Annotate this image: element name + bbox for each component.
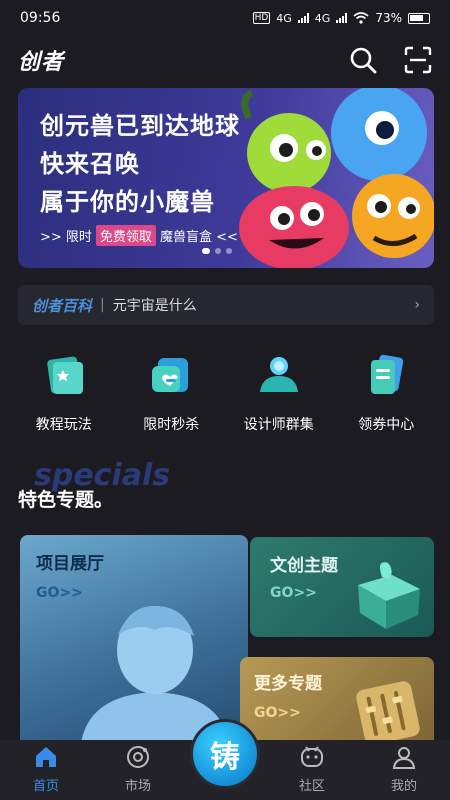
app-header: 创者	[18, 42, 432, 78]
banner-title-1: 创元兽已到达地球	[40, 112, 240, 140]
tab-label: 我的	[390, 779, 417, 794]
quick-action-designer[interactable]: 设计师群集	[229, 350, 329, 440]
carousel-dots	[202, 248, 232, 254]
quick-action-label: 限时秒杀	[143, 417, 200, 433]
hd-badge: HD	[252, 12, 271, 24]
notice-text: 元宇宙是什么	[112, 298, 197, 314]
topic-card-culture[interactable]: 文创主题 GO>>	[250, 537, 434, 637]
coupon-icon	[361, 350, 411, 400]
network-label-2: 4G	[314, 11, 331, 25]
network-label-1: 4G	[276, 11, 292, 25]
topic-card-more[interactable]: 更多专题 GO>>	[240, 657, 434, 750]
header-actions	[348, 45, 432, 75]
carousel-dot[interactable]	[215, 248, 221, 254]
section-title: 特色专题。	[18, 489, 114, 511]
carousel-dot[interactable]	[202, 248, 210, 254]
profile-icon	[390, 743, 418, 771]
banner-sub-highlight: 免费领取	[95, 225, 156, 246]
carousel-dot[interactable]	[226, 248, 232, 254]
card-title: 更多专题	[254, 674, 322, 694]
banner-title-2: 快来召唤	[40, 150, 140, 178]
card-title: 项目展厅	[36, 554, 104, 574]
tab-label: 社区	[298, 779, 325, 794]
notice-separator: |	[100, 297, 105, 313]
mint-button[interactable]: 铸	[190, 719, 260, 789]
status-indicators: HD 4G 4G 73%	[252, 11, 430, 25]
community-icon	[298, 743, 326, 771]
home-icon	[32, 743, 60, 771]
wiki-notice-bar[interactable]: 创者百科 | 元宇宙是什么 ›	[18, 285, 434, 325]
quick-action-coupon[interactable]: 领券中心	[336, 350, 436, 440]
banner-title-3: 属于你的小魔兽	[40, 188, 215, 216]
designer-icon	[254, 350, 304, 400]
card-title: 文创主题	[270, 556, 338, 576]
card-go-link[interactable]: GO>>	[270, 585, 317, 601]
card-go-link[interactable]: GO>>	[254, 705, 301, 721]
wifi-icon	[353, 12, 369, 24]
tab-label: 首页	[32, 779, 59, 794]
quick-action-label: 领券中心	[358, 417, 415, 433]
app-logo: 创者	[18, 50, 65, 75]
quick-action-label: 设计师群集	[243, 417, 314, 433]
gift-box-illustration	[358, 562, 420, 629]
battery-icon	[408, 12, 430, 24]
market-icon	[124, 743, 152, 771]
flash-sale-icon	[146, 350, 196, 400]
status-time: 09:56	[20, 10, 61, 26]
topic-card-exhibition[interactable]: 项目展厅 GO>>	[20, 535, 248, 750]
status-bar: 09:56 HD 4G 4G 73%	[0, 0, 450, 36]
signal-icon-2	[336, 13, 348, 23]
tab-community[interactable]: 社区	[272, 743, 352, 794]
search-icon[interactable]	[348, 45, 378, 75]
quick-action-tutorial[interactable]: 教程玩法	[14, 350, 114, 440]
signal-icon	[297, 13, 309, 23]
battery-percent: 73%	[375, 11, 402, 25]
banner-sub-prefix: >> 限时	[40, 230, 92, 245]
banner-subtitle: >> 限时 免费领取 魔兽盲盒 <<	[40, 225, 238, 246]
tab-market[interactable]: 市场	[98, 743, 178, 794]
tutorial-icon	[39, 350, 89, 400]
wiki-brand: 创者百科	[32, 296, 93, 315]
banner-sub-suffix: 魔兽盲盒 <<	[159, 230, 238, 245]
card-go-link[interactable]: GO>>	[36, 585, 83, 601]
quick-action-flash-sale[interactable]: 限时秒杀	[121, 350, 221, 440]
quick-actions: 教程玩法 限时秒杀 设计师群集 领券中心	[0, 350, 450, 440]
slider-board-illustration	[356, 681, 420, 745]
promo-banner[interactable]: 创元兽已到达地球 快来召唤 属于你的小魔兽 >> 限时 免费领取 魔兽盲盒 <<	[18, 88, 434, 268]
quick-action-label: 教程玩法	[35, 417, 92, 433]
tab-home[interactable]: 首页	[6, 743, 86, 794]
chevron-right-icon: ›	[414, 297, 420, 313]
tab-label: 市场	[124, 779, 151, 794]
monster-illustration	[239, 88, 434, 268]
scan-icon[interactable]	[404, 46, 432, 74]
tab-profile[interactable]: 我的	[364, 743, 444, 794]
